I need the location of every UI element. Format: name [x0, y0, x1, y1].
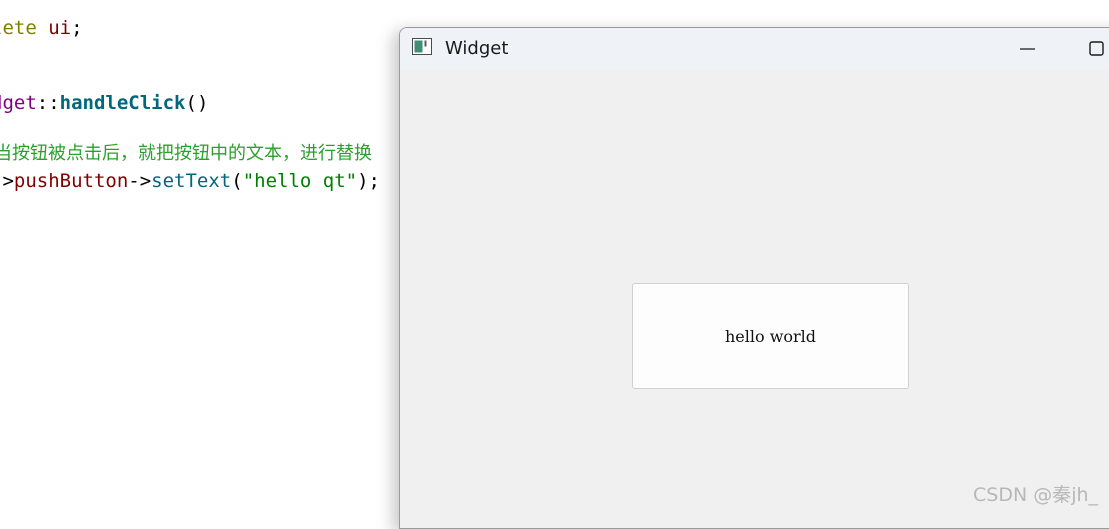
qt-widget-app-icon — [412, 38, 432, 55]
code-comment: 当按钮被点击后，就把按钮中的文本，进行替换 — [0, 143, 372, 164]
code-class-name: dget — [0, 92, 37, 114]
window-title: Widget — [445, 38, 509, 59]
code-arrow: -> — [128, 170, 152, 192]
code-close-paren: ); — [357, 170, 380, 192]
code-string-literal: "hello qt" — [242, 170, 358, 192]
code-function-name: handleClick — [59, 92, 186, 114]
code-line-4: ->pushButton->setText("hello qt"); — [0, 169, 380, 193]
code-parens: () — [185, 92, 209, 114]
code-scope-separator: :: — [36, 92, 60, 114]
code-arrow: -> — [0, 170, 14, 192]
code-identifier: ui — [48, 17, 72, 39]
code-punctuation: ; — [71, 17, 83, 39]
minimize-button[interactable] — [1014, 36, 1040, 62]
minimize-icon — [1020, 48, 1035, 50]
maximize-button[interactable] — [1084, 36, 1109, 62]
code-method-call: setText — [151, 170, 232, 192]
maximize-icon — [1089, 41, 1104, 56]
csdn-watermark: CSDN @秦jh_ — [973, 484, 1099, 506]
window-title-bar[interactable]: Widget — [400, 28, 1109, 70]
code-member: pushButton — [13, 170, 129, 192]
widget-window[interactable]: Widget hello world — [399, 27, 1109, 529]
code-open-paren: ( — [231, 170, 243, 192]
hello-push-button[interactable]: hello world — [632, 283, 909, 389]
code-keyword: lete — [0, 17, 37, 39]
code-line-2: dget::handleClick() — [0, 91, 208, 115]
code-line-1: lete ui; — [0, 16, 83, 40]
